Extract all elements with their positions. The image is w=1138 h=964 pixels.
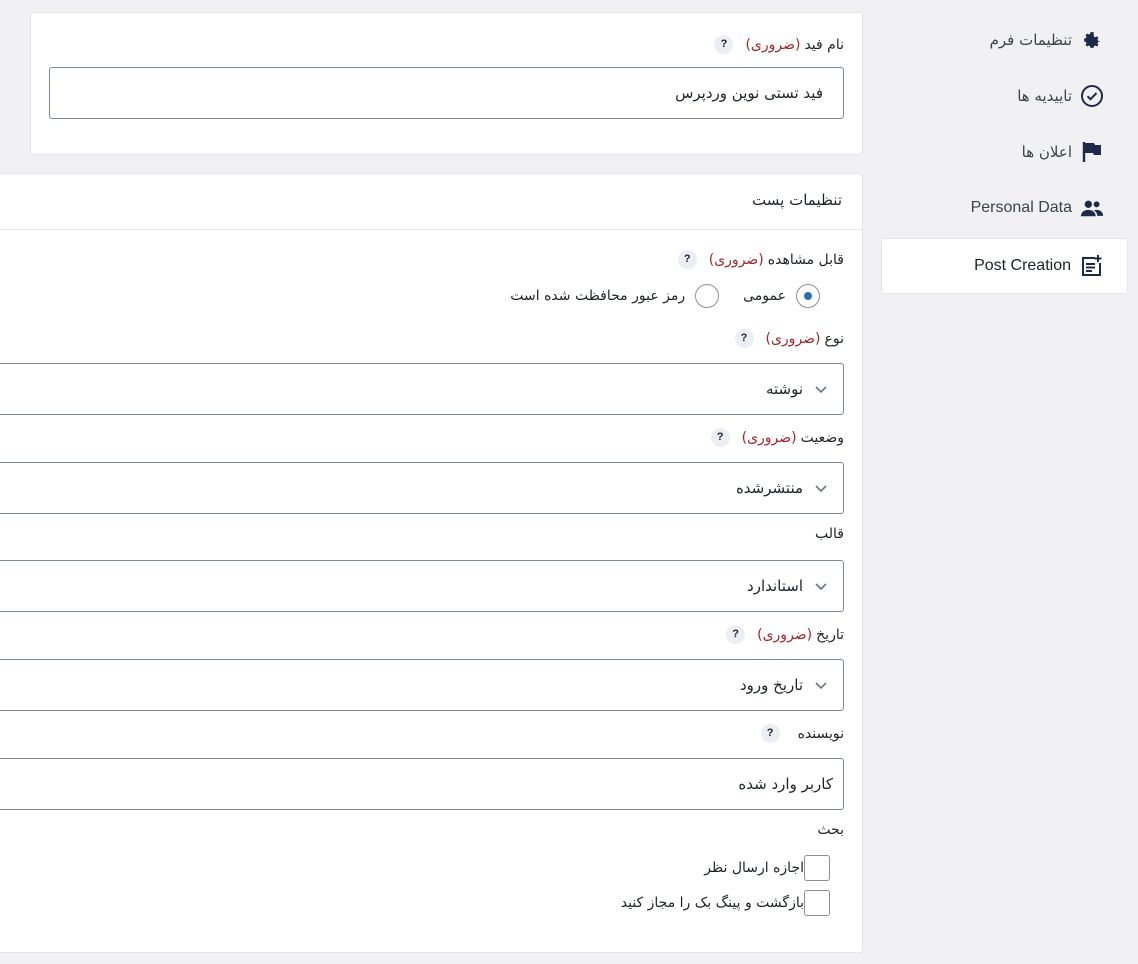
post-settings-card: تنظیمات پست قابل مشاهده (ضروری) ? عمومی … xyxy=(0,173,863,953)
author-label-row: نویسنده ? xyxy=(760,724,844,743)
allow-comments-label: اجازه ارسال نظر xyxy=(704,860,804,876)
sidebar-item-label: Post Creation xyxy=(974,257,1071,274)
date-select[interactable]: تاریخ ورود xyxy=(0,659,844,711)
divider xyxy=(0,229,862,230)
type-label-row: نوع (ضروری) ? xyxy=(734,329,844,348)
chevron-down-icon xyxy=(815,485,827,493)
date-label-row: تاریخ (ضروری) ? xyxy=(726,625,844,644)
type-select[interactable]: نوشته xyxy=(0,363,844,415)
help-icon[interactable]: ? xyxy=(710,428,730,447)
flag-icon xyxy=(1080,140,1104,164)
required-marker: (ضروری) xyxy=(741,429,797,446)
sidebar-item-label: اعلان ها xyxy=(1021,143,1072,161)
radio-password-protected-label: رمز عبور محافظت شده است xyxy=(510,288,686,304)
post-add-icon xyxy=(1079,254,1103,278)
post-settings-title: تنظیمات پست xyxy=(752,191,842,209)
sidebar-item-label: Personal Data xyxy=(970,199,1072,216)
template-value: استاندارد xyxy=(747,577,803,595)
visibility-options: عمومی رمز عبور محافظت شده است xyxy=(510,284,820,308)
allow-comments-checkbox[interactable] xyxy=(804,855,830,881)
author-input[interactable]: کاربر وارد شده xyxy=(0,758,844,810)
allow-pingbacks-checkbox[interactable] xyxy=(804,890,830,916)
author-value: کاربر وارد شده xyxy=(738,775,833,793)
discussion-label-row: بحث xyxy=(817,822,844,838)
help-icon[interactable]: ? xyxy=(677,250,697,269)
status-label-row: وضعیت (ضروری) ? xyxy=(710,428,844,447)
help-icon[interactable]: ? xyxy=(714,35,734,54)
type-value: نوشته xyxy=(765,380,803,398)
sidebar-item-post-creation[interactable]: Post Creation xyxy=(881,238,1128,294)
type-label: نوع xyxy=(824,330,844,347)
sidebar-item-label: تاییدیه ها xyxy=(1017,87,1072,105)
chevron-down-icon xyxy=(815,386,827,394)
check-circle-icon xyxy=(1080,84,1104,108)
allow-comments-row: اجازه ارسال نظر xyxy=(704,855,830,881)
author-label: نویسنده xyxy=(797,725,844,742)
sidebar-item-label: تنظیمات فرم xyxy=(989,31,1072,49)
required-marker: (ضروری) xyxy=(745,36,801,53)
feed-name-label: نام فید xyxy=(804,36,844,53)
discussion-label: بحث xyxy=(817,822,844,838)
status-value: منتشرشده xyxy=(735,479,803,497)
date-label: تاریخ xyxy=(816,626,844,643)
radio-password-protected[interactable] xyxy=(695,284,720,308)
chevron-down-icon xyxy=(815,682,827,690)
radio-public-label: عمومی xyxy=(743,288,786,304)
template-label: قالب xyxy=(815,526,844,542)
sidebar-item-confirmations[interactable]: تاییدیه ها xyxy=(881,68,1128,124)
allow-pingbacks-row: بازگشت و پینگ بک را مجاز کنید xyxy=(621,890,830,916)
allow-pingbacks-label: بازگشت و پینگ بک را مجاز کنید xyxy=(620,895,804,911)
feed-name-input[interactable]: فید تستی نوین وردپرس xyxy=(49,67,844,119)
visibility-label: قابل مشاهده xyxy=(767,251,844,268)
sidebar-item-form-settings[interactable]: تنظیمات فرم xyxy=(881,12,1128,68)
status-label: وضعیت xyxy=(800,429,844,446)
users-icon xyxy=(1080,196,1104,220)
sidebar-item-personal-data[interactable]: Personal Data xyxy=(881,180,1128,236)
required-marker: (ضروری) xyxy=(765,330,821,347)
feed-name-value: فید تستی نوین وردپرس xyxy=(675,84,823,102)
chevron-down-icon xyxy=(815,583,827,591)
gear-icon xyxy=(1080,28,1104,52)
help-icon[interactable]: ? xyxy=(726,625,746,644)
required-marker: (ضروری) xyxy=(708,251,764,268)
visibility-label-row: قابل مشاهده (ضروری) ? xyxy=(677,250,844,269)
radio-public[interactable] xyxy=(796,284,820,308)
sidebar-item-notifications[interactable]: اعلان ها xyxy=(881,124,1128,180)
required-marker: (ضروری) xyxy=(757,626,813,643)
template-select[interactable]: استاندارد xyxy=(0,560,844,612)
feed-name-card: نام فید (ضروری) ? فید تستی نوین وردپرس xyxy=(30,12,863,155)
help-icon[interactable]: ? xyxy=(734,329,754,348)
help-icon[interactable]: ? xyxy=(760,724,780,743)
date-value: تاریخ ورود xyxy=(739,676,803,694)
status-select[interactable]: منتشرشده xyxy=(0,462,844,514)
template-label-row: قالب xyxy=(815,526,844,542)
feed-name-label-row: نام فید (ضروری) ? xyxy=(714,35,844,54)
